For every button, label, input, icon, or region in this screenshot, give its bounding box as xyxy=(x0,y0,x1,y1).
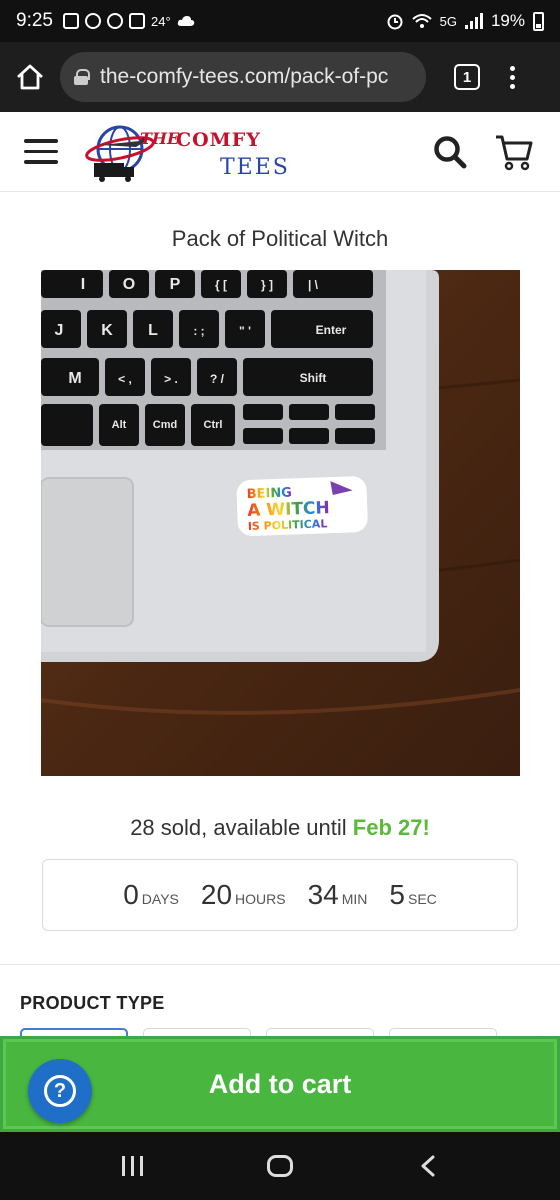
wifi-icon xyxy=(411,14,432,28)
recents-icon[interactable] xyxy=(122,1156,144,1176)
sold-availability: 28 sold, available until Feb 27! xyxy=(0,815,560,841)
temperature: 24° xyxy=(150,13,171,29)
back-icon[interactable] xyxy=(418,1154,438,1178)
notification-icons: 24° xyxy=(62,13,195,29)
tab-switcher-button[interactable]: 1 xyxy=(454,64,480,90)
gmail-icon xyxy=(128,13,145,29)
key-label: < , xyxy=(118,372,132,386)
key-label: ? / xyxy=(210,372,225,386)
countdown-hours-value: 20 xyxy=(200,879,233,910)
key-label: Alt xyxy=(112,419,127,431)
key-label: Cmd xyxy=(153,419,177,431)
countdown-hours: 20 HOURS xyxy=(201,879,286,911)
menu-icon[interactable] xyxy=(24,139,58,164)
network-type: 5G xyxy=(439,13,457,29)
logo-text-comfy: COMFY xyxy=(176,128,261,151)
key-label: " ' xyxy=(239,324,251,338)
address-bar[interactable]: the-comfy-tees.com/pack-of-pc xyxy=(60,52,426,102)
cart-icon[interactable] xyxy=(494,133,534,171)
key-label: M xyxy=(68,370,81,387)
battery-icon xyxy=(533,11,544,31)
product-image[interactable]: I O P { [ } ] | \ J K L : ; " ' Enter M … xyxy=(41,270,520,776)
countdown-days: 0 DAYS xyxy=(123,879,179,911)
key-label: P xyxy=(170,276,181,293)
key-label: I xyxy=(81,276,85,293)
lock-icon xyxy=(74,69,90,85)
logo-text-tees: TEES xyxy=(220,154,290,180)
site-header: THE COMFY TEES xyxy=(0,112,560,192)
laptop-sticker-photo: I O P { [ } ] | \ J K L : ; " ' Enter M … xyxy=(41,270,520,776)
section-divider xyxy=(0,964,560,965)
countdown-min: 34 MIN xyxy=(308,879,368,911)
countdown-min-value: 34 xyxy=(307,879,339,910)
countdown-sec: 5 SEC xyxy=(389,879,436,911)
battery-percent: 19% xyxy=(490,11,525,30)
product-title: Pack of Political Witch xyxy=(171,226,389,251)
key-label: J xyxy=(55,322,64,339)
status-bar: 9:25 24° 5G 19% xyxy=(0,0,560,42)
key-label: Ctrl xyxy=(204,419,223,431)
witch-sticker: BEING A WITCH IS POLITICAL xyxy=(236,476,368,536)
question-icon: ? xyxy=(44,1075,76,1107)
countdown-timer: 0 DAYS 20 HOURS 34 MIN 5 SEC xyxy=(42,859,518,931)
signal-icon xyxy=(464,13,483,29)
home-nav-icon[interactable] xyxy=(267,1155,294,1177)
play-icon xyxy=(84,13,101,29)
search-icon[interactable] xyxy=(432,134,468,170)
sold-date: Feb 27! xyxy=(352,815,430,840)
alarm-icon xyxy=(387,14,403,30)
browser-toolbar: the-comfy-tees.com/pack-of-pc 1 xyxy=(0,42,560,112)
help-button[interactable]: ? xyxy=(28,1059,92,1123)
site-logo[interactable]: THE COMFY TEES xyxy=(80,119,300,185)
key-label: K xyxy=(101,322,113,339)
key-label: | \ xyxy=(308,278,319,292)
status-right: 5G 19% xyxy=(386,11,544,31)
key-label: } ] xyxy=(261,278,273,292)
sticky-cart-bar: Add to cart ? xyxy=(0,1036,560,1132)
key-label: > . xyxy=(164,372,178,386)
browser-menu-button[interactable] xyxy=(510,65,515,89)
logo-text-the: THE xyxy=(140,128,180,148)
key-label: { [ xyxy=(215,278,227,292)
book-icon xyxy=(62,13,79,29)
countdown-sec-label: SEC xyxy=(408,891,437,907)
key-label: Shift xyxy=(300,371,327,385)
android-nav-bar xyxy=(0,1132,560,1200)
key-label: L xyxy=(148,322,158,339)
url-text: the-comfy-tees.com/pack-of-pc xyxy=(100,65,389,88)
countdown-min-label: MIN xyxy=(341,891,368,907)
countdown-days-value: 0 xyxy=(123,879,139,910)
home-icon xyxy=(17,64,43,90)
countdown-hours-label: HOURS xyxy=(235,891,286,907)
key-label: O xyxy=(123,276,135,293)
status-time: 9:25 xyxy=(16,10,53,31)
sold-text: 28 sold, available until xyxy=(130,815,353,840)
home-button[interactable] xyxy=(0,42,60,112)
key-label: Enter xyxy=(316,323,347,337)
product-type-label: PRODUCT TYPE xyxy=(20,993,165,1013)
countdown-sec-value: 5 xyxy=(389,879,405,910)
cloud-icon xyxy=(177,16,194,26)
key-label: : ; xyxy=(193,324,204,338)
countdown-days-label: DAYS xyxy=(141,891,179,907)
pinterest-icon xyxy=(106,13,123,29)
sticker-line-3: IS POLITICAL xyxy=(248,517,328,533)
